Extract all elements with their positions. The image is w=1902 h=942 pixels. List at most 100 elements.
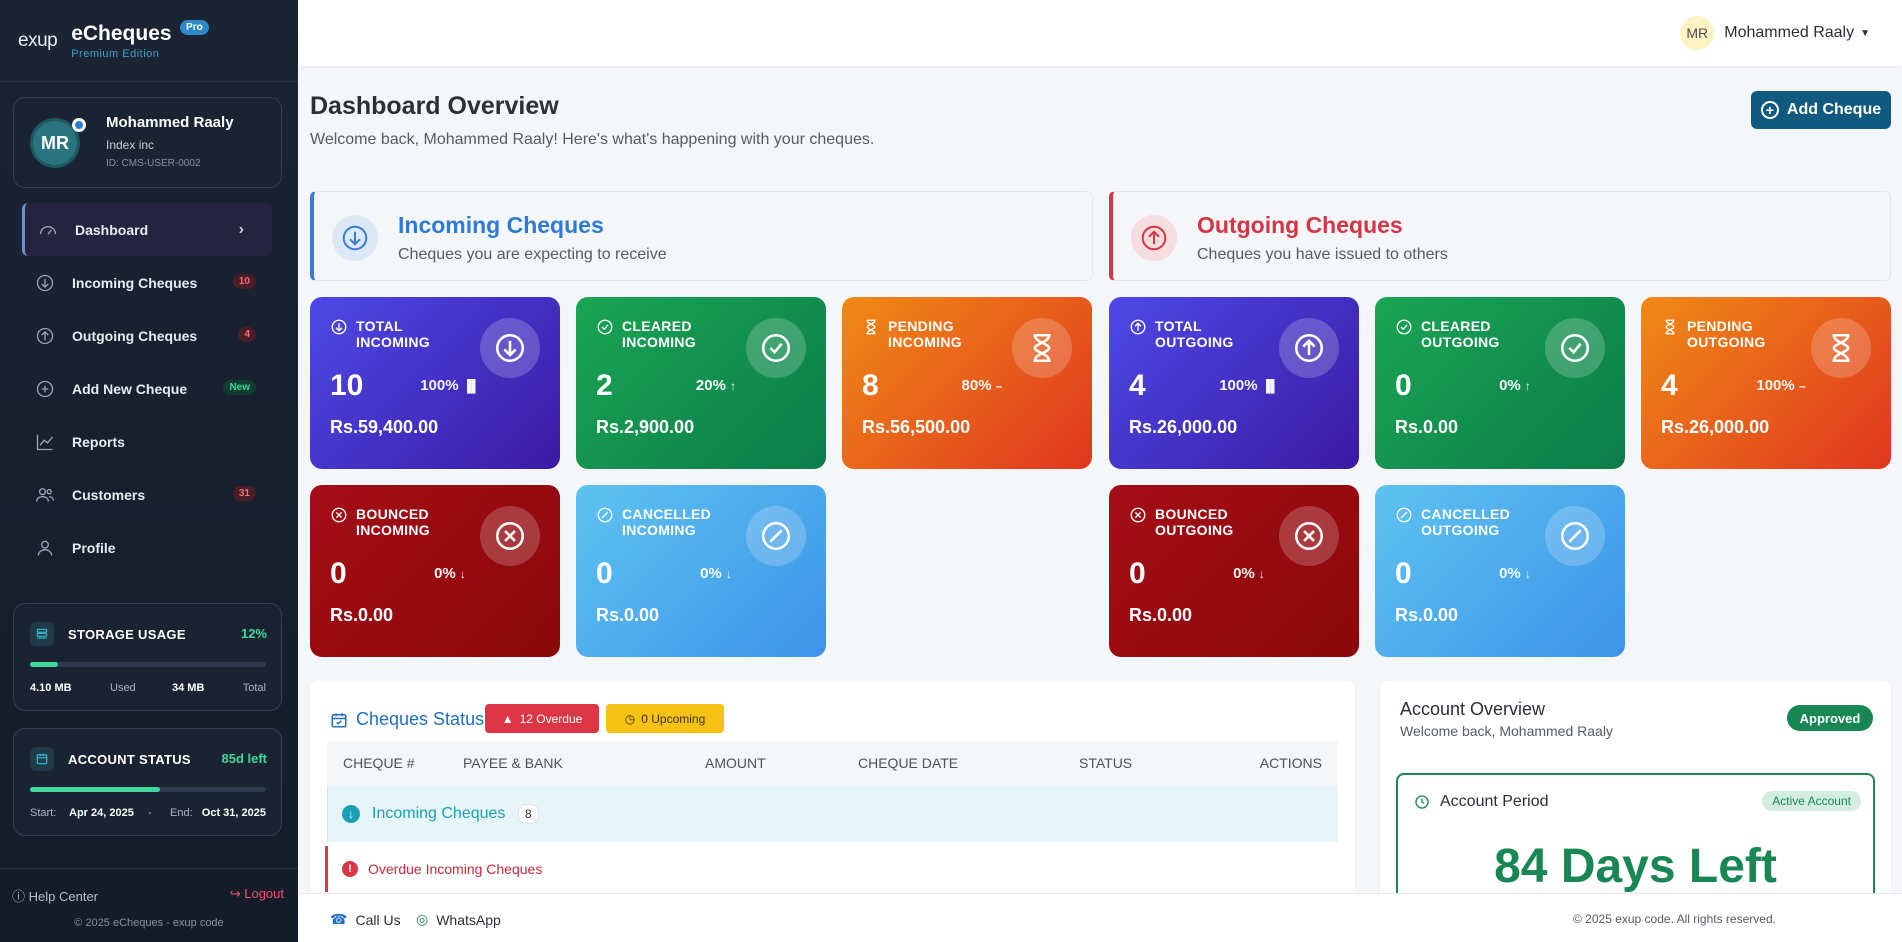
upcoming-filter-badge[interactable]: ◷ 0 Upcoming xyxy=(606,704,724,733)
card-label: TOTAL INCOMING xyxy=(330,318,460,350)
outgoing-section-header: Outgoing Cheques Cheques you have issued… xyxy=(1109,191,1891,281)
stat-card-cancelled-in[interactable]: CANCELLED INCOMING 0 0% ↓ Rs.0.00 xyxy=(576,485,826,657)
bar-chart-icon: ▐▌ xyxy=(462,379,480,393)
stat-card-pending-out[interactable]: PENDING OUTGOING 4 100% – Rs.26,000.00 xyxy=(1641,297,1891,469)
question-circle-icon: ⓘ xyxy=(12,889,26,904)
user-menu-dropdown[interactable]: MR Mohammed Raaly ▼ xyxy=(1680,16,1870,50)
sidebar-item-profile[interactable]: Profile xyxy=(22,521,272,574)
storage-progress-fill xyxy=(30,662,59,667)
check-circle-icon xyxy=(596,318,614,336)
card-label-line1: CANCELLED xyxy=(622,506,712,522)
whatsapp-label: WhatsApp xyxy=(436,911,501,928)
card-percentage: 100% ▐▌ xyxy=(1219,377,1279,394)
calendar-check-icon xyxy=(330,711,348,729)
slash-circle-icon xyxy=(1545,506,1605,566)
arrow-down-circle-icon xyxy=(330,318,348,336)
card-count: 4 xyxy=(1129,369,1146,402)
sidebar-item-customers[interactable]: Customers 31 xyxy=(22,468,272,521)
sidebar-item-add-cheque[interactable]: Add New Cheque New xyxy=(22,362,272,415)
trend-down-icon: ↓ xyxy=(459,567,466,581)
stat-card-total-out[interactable]: TOTAL OUTGOING 4 100% ▐▌ Rs.26,000.00 xyxy=(1109,297,1359,469)
table-header: CHEQUE # PAYEE & BANK AMOUNT CHEQUE DATE… xyxy=(327,741,1338,786)
stat-card-cancelled-out[interactable]: CANCELLED OUTGOING 0 0% ↓ Rs.0.00 xyxy=(1375,485,1625,657)
avatar: MR xyxy=(1680,16,1715,50)
incoming-group-row[interactable]: ↓ Incoming Cheques 8 xyxy=(327,786,1338,842)
card-count: 10 xyxy=(330,369,364,402)
account-overview-title: Account Overview xyxy=(1400,699,1546,719)
card-label-line1: TOTAL xyxy=(1155,318,1202,334)
sidebar: exup eCheques Pro Premium Edition MR Moh… xyxy=(0,0,298,942)
logout-button[interactable]: ↪ Logout xyxy=(230,886,284,902)
hourglass-icon xyxy=(1661,318,1679,336)
sidebar-item-outgoing[interactable]: Outgoing Cheques 4 xyxy=(22,309,272,362)
card-label: PENDING OUTGOING xyxy=(1661,318,1791,350)
card-percentage-value: 100% xyxy=(1756,377,1795,394)
warning-icon: ▲ xyxy=(501,711,514,726)
group-count-badge: 8 xyxy=(518,804,539,824)
outgoing-count-badge: 4 xyxy=(238,327,256,342)
card-label-line2: INCOMING xyxy=(622,522,696,538)
card-label-line2: INCOMING xyxy=(888,334,962,350)
date-separator: - xyxy=(148,807,152,819)
user-card: MR Mohammed Raaly Index inc ID: CMS-USER… xyxy=(13,97,282,188)
call-us-link[interactable]: ☎ Call Us xyxy=(330,911,401,928)
column-actions: ACTIONS xyxy=(1259,755,1322,771)
sidebar-item-reports[interactable]: Reports xyxy=(22,415,272,468)
arrow-down-circle-icon xyxy=(480,318,540,378)
brand[interactable]: exup eCheques Pro Premium Edition xyxy=(0,0,298,82)
stat-card-bounced-out[interactable]: BOUNCED OUTGOING 0 0% ↓ Rs.0.00 xyxy=(1109,485,1359,657)
card-count: 4 xyxy=(1661,369,1678,402)
card-percentage: 0% ↓ xyxy=(1485,565,1545,582)
card-label-line2: OUTGOING xyxy=(1421,334,1500,350)
sidebar-footer: ⓘ Help Center ↪ Logout © 2025 eCheques -… xyxy=(0,868,298,942)
add-cheque-button[interactable]: + Add Cheque xyxy=(1751,91,1891,129)
card-label-line2: OUTGOING xyxy=(1155,522,1234,538)
bar-chart-icon: ▐▌ xyxy=(1261,379,1279,393)
stat-card-total-in[interactable]: TOTAL INCOMING 10 100% ▐▌ Rs.59,400.00 xyxy=(310,297,560,469)
card-label-line1: CANCELLED xyxy=(1421,506,1511,522)
arrow-down-circle-icon xyxy=(332,215,378,261)
account-progress-bar xyxy=(30,787,266,792)
clock-icon: ◷ xyxy=(624,711,636,726)
days-left-text: 85d left xyxy=(221,751,267,766)
cheques-status-label: Cheques Status xyxy=(356,709,485,729)
account-progress-fill xyxy=(30,787,160,792)
sidebar-item-incoming[interactable]: Incoming Cheques 10 xyxy=(22,256,272,309)
x-circle-icon xyxy=(480,506,540,566)
page-subtitle: Welcome back, Mohammed Raaly! Here's wha… xyxy=(310,131,875,148)
whatsapp-link[interactable]: ◎ WhatsApp xyxy=(416,911,501,928)
stat-card-bounced-in[interactable]: BOUNCED INCOMING 0 0% ↓ Rs.0.00 xyxy=(310,485,560,657)
sidebar-copyright: © 2025 eCheques - exup code xyxy=(74,917,224,929)
page-footer: ☎ Call Us ◎ WhatsApp © 2025 exup code. All… xyxy=(298,893,1902,942)
phone-icon: ☎ xyxy=(330,911,348,927)
days-left-counter: 84 Days Left xyxy=(1494,840,1777,893)
database-icon xyxy=(30,622,54,646)
customers-count-badge: 31 xyxy=(232,486,256,501)
sidebar-item-label: Profile xyxy=(72,539,116,556)
card-percentage-value: 20% xyxy=(695,377,726,394)
arrow-up-circle-icon xyxy=(1131,215,1177,261)
card-percentage-value: 100% xyxy=(1219,377,1258,394)
stat-card-pending-in[interactable]: PENDING INCOMING 8 80% – Rs.56,500.00 xyxy=(842,297,1092,469)
stat-card-cleared-in[interactable]: CLEARED INCOMING 2 20% ↑ Rs.2,900.00 xyxy=(576,297,826,469)
outgoing-section-title: Outgoing Cheques xyxy=(1197,212,1403,238)
storage-usage-details: 4.10 MB Used 34 MB Total xyxy=(30,682,266,694)
new-badge: New xyxy=(223,380,256,395)
overdue-filter-badge[interactable]: ▲ 12 Overdue xyxy=(485,704,599,733)
account-period-label: Account Period xyxy=(1440,793,1549,810)
card-percentage-value: 0% xyxy=(1233,565,1255,582)
card-label: BOUNCED INCOMING xyxy=(330,506,460,538)
logout-label: Logout xyxy=(244,886,284,901)
card-percentage: 20% ↑ xyxy=(686,377,746,394)
storage-usage-panel: STORAGE USAGE 12% 4.10 MB Used 34 MB Tot… xyxy=(13,603,282,711)
used-label: Used xyxy=(110,682,136,694)
card-label-line1: BOUNCED xyxy=(356,506,429,522)
user-name: Mohammed Raaly xyxy=(106,114,234,131)
stat-card-cleared-out[interactable]: CLEARED OUTGOING 0 0% ↑ Rs.0.00 xyxy=(1375,297,1625,469)
help-center-link[interactable]: ⓘ Help Center xyxy=(12,886,98,905)
card-amount: Rs.0.00 xyxy=(1129,605,1193,625)
sidebar-item-dashboard[interactable]: Dashboard › xyxy=(22,203,272,256)
column-status: STATUS xyxy=(1079,755,1133,771)
trend-down-icon: ↓ xyxy=(1258,567,1265,581)
x-circle-icon xyxy=(330,506,348,524)
